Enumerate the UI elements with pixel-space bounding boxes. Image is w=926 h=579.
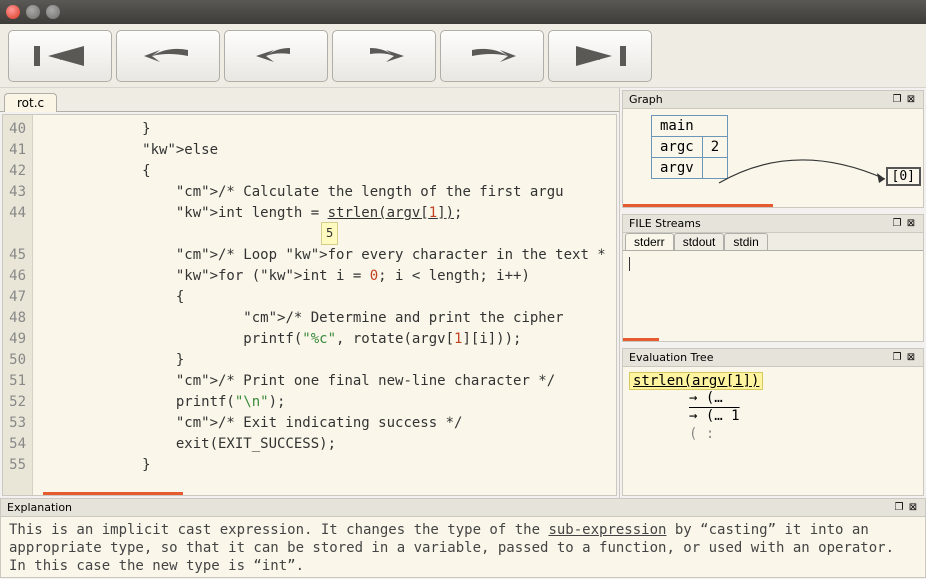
step-into-button[interactable]	[332, 30, 436, 82]
file-streams-header: FILE Streams ❐ ⊠	[623, 215, 923, 233]
tab-stdin[interactable]: stdin	[724, 233, 767, 250]
graph-cell-argv-val	[702, 158, 727, 179]
eval-tree-body[interactable]: strlen(argv[1]) → (… → (… 1 ( :	[623, 367, 923, 495]
close-panel-icon[interactable]: ⊠	[905, 218, 917, 230]
code-body[interactable]: 4041424344 4546474849505152535455 } "kw"…	[2, 114, 617, 496]
close-panel-icon[interactable]: ⊠	[905, 352, 917, 364]
caret-icon	[629, 257, 630, 271]
stream-body[interactable]	[623, 251, 923, 341]
graph-title: Graph	[629, 93, 663, 106]
tab-stdout[interactable]: stdout	[674, 233, 725, 250]
graph-cell-argv: argv	[652, 158, 703, 179]
restore-icon[interactable]: ❐	[891, 218, 903, 230]
eval-tree-panel: Evaluation Tree ❐ ⊠ strlen(argv[1]) → (……	[622, 348, 924, 496]
toolbar	[0, 24, 926, 88]
step-to-start-button[interactable]	[8, 30, 112, 82]
step-back-over-button[interactable]	[116, 30, 220, 82]
editor-tabstrip: rot.c	[0, 88, 619, 112]
scroll-indicator	[43, 492, 183, 495]
graph-cell-argc-val: 2	[702, 137, 727, 158]
editor-tab[interactable]: rot.c	[4, 93, 57, 112]
window-titlebar	[0, 0, 926, 24]
graph-header: Graph ❐ ⊠	[623, 91, 923, 109]
close-icon[interactable]	[6, 5, 20, 19]
graph-panel: Graph ❐ ⊠ main argc2 argv [0]	[622, 90, 924, 208]
step-back-into-button[interactable]	[224, 30, 328, 82]
file-streams-title: FILE Streams	[629, 217, 701, 230]
file-streams-panel: FILE Streams ❐ ⊠ stderr stdout stdin	[622, 214, 924, 342]
code-lines: } "kw">else { "cm">/* Calculate the leng…	[33, 115, 614, 495]
code-panel: rot.c 4041424344 4546474849505152535455 …	[0, 88, 620, 498]
eval-expr: strlen(argv[1])	[629, 372, 763, 390]
line-gutter: 4041424344 4546474849505152535455	[3, 115, 33, 495]
step-over-button[interactable]	[440, 30, 544, 82]
scroll-indicator	[623, 338, 659, 341]
eval-line: → (… 1	[629, 407, 917, 425]
restore-icon[interactable]: ❐	[893, 502, 905, 514]
main-area: rot.c 4041424344 4546474849505152535455 …	[0, 88, 926, 498]
explanation-link[interactable]: sub-expression	[548, 522, 666, 538]
close-panel-icon[interactable]: ⊠	[907, 502, 919, 514]
graph-array-node: [0]	[886, 167, 921, 186]
explanation-panel: Explanation ❐ ⊠ This is an implicit cast…	[0, 498, 926, 578]
maximize-icon[interactable]	[46, 5, 60, 19]
scroll-indicator	[623, 204, 773, 207]
minimize-icon[interactable]	[26, 5, 40, 19]
eval-tree-title: Evaluation Tree	[629, 351, 713, 364]
explanation-text: This is an implicit cast expression. It …	[9, 522, 548, 538]
close-panel-icon[interactable]: ⊠	[905, 94, 917, 106]
graph-cell-argc: argc	[652, 137, 703, 158]
step-to-end-button[interactable]	[548, 30, 652, 82]
graph-table: main argc2 argv	[651, 115, 728, 179]
explanation-header: Explanation ❐ ⊠	[1, 499, 925, 517]
eval-line: ( :	[629, 425, 917, 443]
file-tabs: stderr stdout stdin	[623, 233, 923, 251]
tab-stderr[interactable]: stderr	[625, 233, 674, 250]
restore-icon[interactable]: ❐	[891, 352, 903, 364]
graph-cell-main: main	[652, 116, 728, 137]
explanation-title: Explanation	[7, 501, 72, 514]
eval-line: → (…	[629, 389, 917, 407]
restore-icon[interactable]: ❐	[891, 94, 903, 106]
explanation-body: This is an implicit cast expression. It …	[1, 517, 925, 579]
graph-body[interactable]: main argc2 argv [0]	[623, 109, 923, 207]
right-column: Graph ❐ ⊠ main argc2 argv [0]	[620, 88, 926, 498]
eval-tree-header: Evaluation Tree ❐ ⊠	[623, 349, 923, 367]
inline-value: 5	[321, 222, 338, 245]
